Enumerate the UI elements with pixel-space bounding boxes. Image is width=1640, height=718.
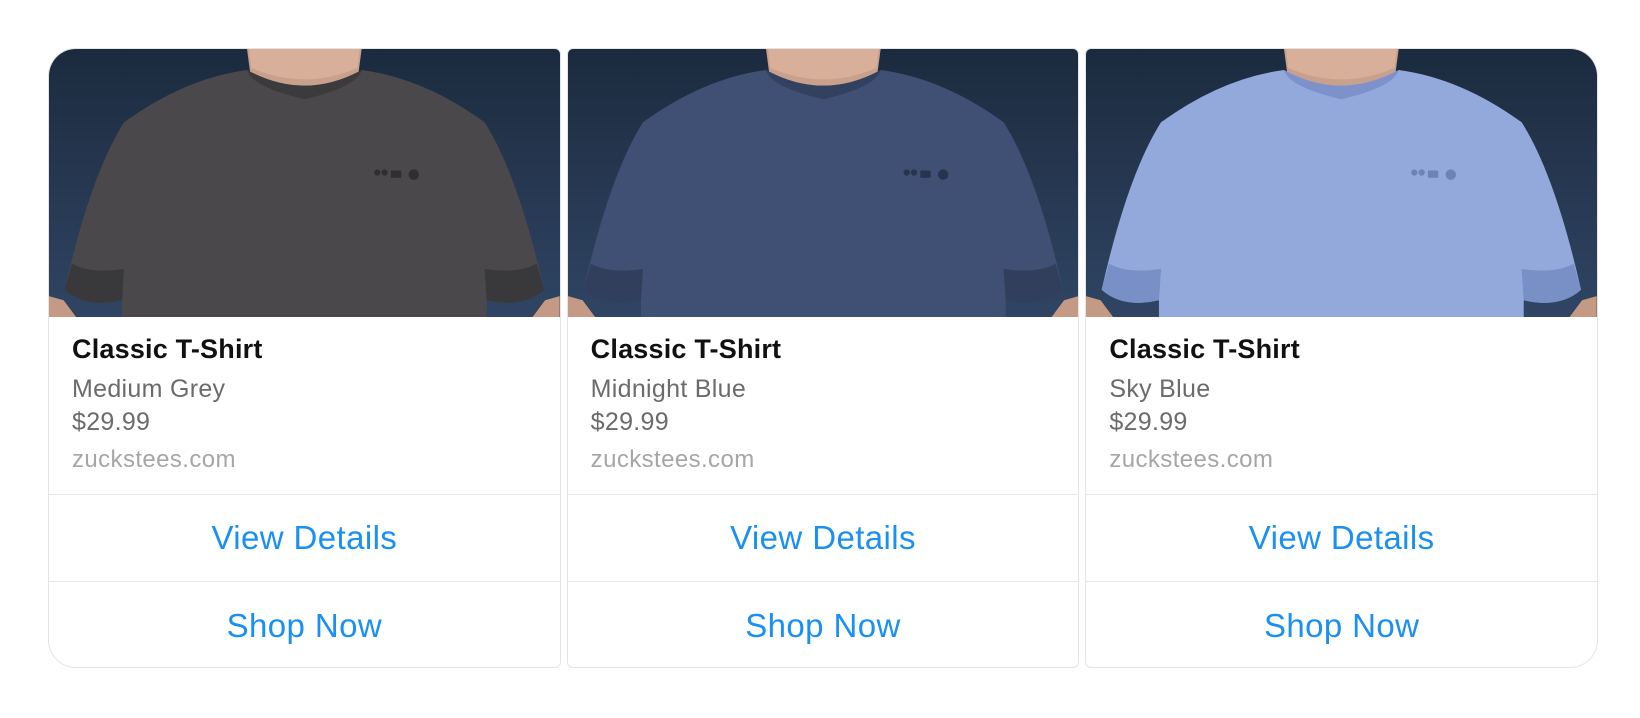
product-price: $29.99 bbox=[590, 408, 669, 436]
view-details-button[interactable]: View Details bbox=[49, 495, 560, 582]
tshirt-illustration bbox=[49, 49, 560, 317]
product-price: $29.99 bbox=[72, 408, 151, 436]
product-image[interactable] bbox=[1086, 49, 1598, 317]
product-title: Classic T-Shirt bbox=[590, 334, 782, 364]
product-info: Classic T-Shirt Medium Grey $29.99 zucks… bbox=[49, 317, 560, 495]
product-image[interactable] bbox=[49, 49, 560, 317]
product-domain: zuckstees.com bbox=[72, 446, 236, 473]
product-carousel: Classic T-Shirt Medium Grey $29.99 zucks… bbox=[48, 48, 1599, 670]
product-info: Classic T-Shirt Sky Blue $29.99 zuckstee… bbox=[1086, 317, 1598, 495]
view-details-button[interactable]: View Details bbox=[1086, 495, 1598, 582]
product-domain: zuckstees.com bbox=[1109, 446, 1274, 473]
view-details-button[interactable]: View Details bbox=[567, 495, 1079, 582]
product-price: $29.99 bbox=[1109, 408, 1188, 436]
product-color: Sky Blue bbox=[1109, 375, 1211, 403]
product-info: Classic T-Shirt Midnight Blue $29.99 zuc… bbox=[567, 317, 1079, 495]
shop-now-button[interactable]: Shop Now bbox=[568, 582, 1079, 667]
shop-now-button[interactable]: Shop Now bbox=[49, 582, 560, 667]
tshirt-illustration bbox=[1086, 49, 1598, 317]
product-title: Classic T-Shirt bbox=[72, 334, 263, 364]
product-card[interactable]: Classic T-Shirt Midnight Blue $29.99 zuc… bbox=[566, 48, 1080, 668]
product-title: Classic T-Shirt bbox=[1109, 334, 1300, 364]
tshirt-illustration bbox=[567, 49, 1079, 317]
product-image[interactable] bbox=[567, 49, 1079, 317]
product-color: Midnight Blue bbox=[590, 375, 747, 403]
shop-now-button[interactable]: Shop Now bbox=[1086, 582, 1597, 667]
product-domain: zuckstees.com bbox=[590, 446, 755, 473]
product-color: Medium Grey bbox=[72, 375, 226, 403]
product-card[interactable]: Classic T-Shirt Sky Blue $29.99 zuckstee… bbox=[1085, 48, 1599, 668]
product-card[interactable]: Classic T-Shirt Medium Grey $29.99 zucks… bbox=[48, 48, 561, 668]
